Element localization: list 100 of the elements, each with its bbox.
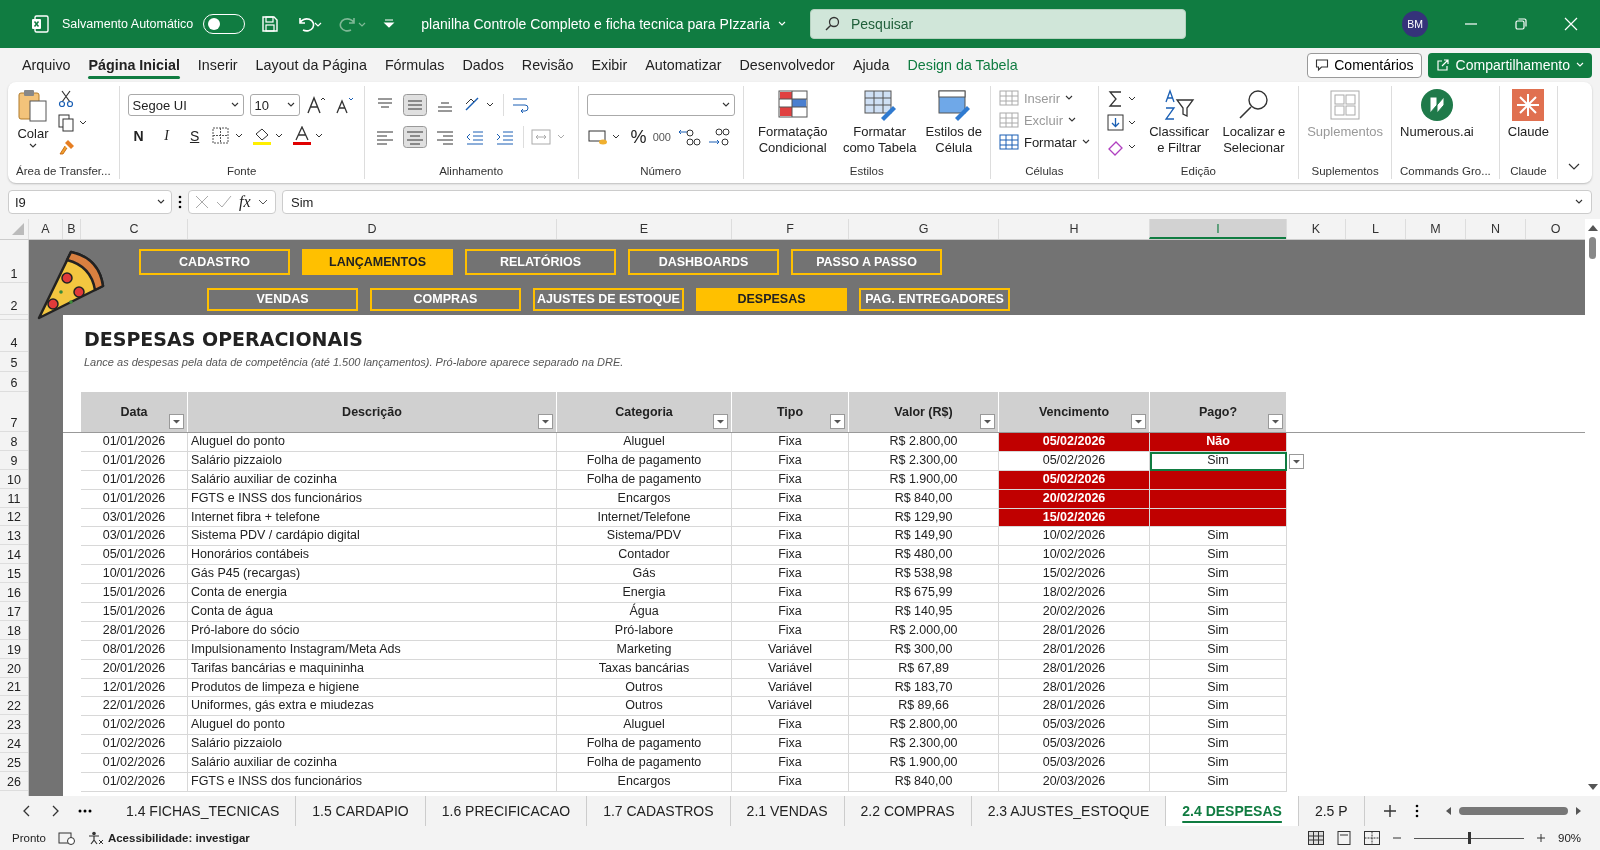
accessibility-status[interactable]: Acessibilidade: investigar [87,831,250,845]
filter-dropdown-icon[interactable] [1268,414,1283,429]
cells-button[interactable]: Formatar [998,134,1090,150]
sheet-tab[interactable]: 2.4 DESPESAS [1166,796,1299,826]
expand-icon[interactable] [257,198,268,206]
nav-button[interactable]: PAG. ENTREGADORES [859,287,1010,311]
ribbon-tab[interactable]: Inserir [188,51,247,79]
ribbon-button[interactable]: Classificar e Filtrar [1148,88,1210,156]
underline-button[interactable]: S [183,128,206,144]
row-header[interactable]: 14 [7,547,21,564]
column-header[interactable]: I [1149,219,1286,239]
row-header[interactable]: 23 [7,717,21,734]
scrollbar-thumb[interactable] [1458,807,1568,815]
row-header[interactable]: 25 [7,755,21,772]
comments-button[interactable]: Comentários [1307,52,1422,78]
row-header[interactable]: 4 [10,335,18,351]
row-header[interactable]: 1 [10,266,18,282]
insert-function-button[interactable]: fx [239,193,251,211]
ribbon-tab[interactable]: Página Inicial [79,51,189,79]
column-header[interactable]: L [1345,219,1405,239]
sheet-tab[interactable]: 1.4 FICHAS_TECNICAS [110,796,297,826]
document-title[interactable]: planilha Controle Completo e ficha tecnica para PIzzaria [421,16,770,32]
copy-icon[interactable] [58,114,88,132]
align-center-icon[interactable] [402,126,427,148]
ribbon-button[interactable]: Formatar como Tabela [841,88,918,156]
row-header[interactable]: 5 [10,355,18,371]
filter-dropdown-icon[interactable] [1131,414,1146,429]
page-layout-icon[interactable] [1336,831,1352,845]
page-break-icon[interactable] [1364,831,1380,845]
align-middle-icon[interactable] [402,94,427,116]
filter-dropdown-icon[interactable] [830,414,845,429]
zoom-slider[interactable] [1468,831,1471,844]
sheet-tab[interactable]: 2.2 COMPRAS [844,796,972,826]
user-avatar[interactable]: BM [1402,11,1428,37]
row-header[interactable]: 8 [10,433,18,450]
ribbon-tab[interactable]: Fórmulas [375,51,454,79]
row-header[interactable]: 6 [10,375,18,391]
sheet-tab[interactable]: 1.6 PRECIFICACAO [425,796,588,826]
previous-sheet-icon[interactable] [22,805,32,817]
column-header[interactable]: C [80,219,187,239]
grow-font-icon[interactable] [305,95,328,115]
sheet-tab[interactable]: 2.5 P [1298,796,1365,826]
row-header[interactable]: 24 [7,736,21,753]
more-icon[interactable] [1414,804,1419,818]
row-header[interactable]: 2 [10,298,18,314]
filter-dropdown-icon[interactable] [169,414,184,429]
row-header[interactable]: 17 [7,603,21,620]
row-header[interactable]: 9 [10,452,18,469]
sheet-tab[interactable]: 1.5 CARDAPIO [296,796,426,826]
sheet-tab[interactable]: 2.1 VENDAS [730,796,845,826]
filter-dropdown-icon[interactable] [980,414,995,429]
thousands-button[interactable]: 000 [652,131,671,143]
column-header[interactable]: E [556,219,731,239]
row-header[interactable]: 12 [7,509,21,526]
increase-decimal-icon[interactable] [677,126,701,148]
ribbon-tab[interactable]: Layout da Página [246,51,376,79]
sheet-tab[interactable]: 1.7 CADASTROS [587,796,731,826]
normal-view-icon[interactable] [1308,831,1324,845]
next-sheet-icon[interactable] [50,805,60,817]
column-header[interactable]: K [1286,219,1345,239]
nav-button[interactable]: DASHBOARDS [628,248,779,275]
nav-button[interactable]: LANÇAMENTOS [302,248,453,275]
more-sheets-icon[interactable] [78,809,92,813]
row-header[interactable]: 20 [7,660,21,677]
nav-button[interactable]: AJUSTES DE ESTOQUE [533,287,684,311]
nav-button[interactable]: COMPRAS [370,287,521,311]
ribbon-tab[interactable]: Exibir [582,51,637,79]
customize-icon[interactable] [383,18,396,30]
zoom-level[interactable]: 90% [1558,832,1586,844]
nav-button[interactable]: VENDAS [207,287,358,311]
ribbon-tab[interactable]: Automatizar [636,51,731,79]
row-header[interactable]: 26 [7,773,21,790]
filter-dropdown-icon[interactable] [713,414,728,429]
cell-dropdown-icon[interactable] [1289,453,1304,469]
scrollbar-thumb[interactable] [1589,237,1596,259]
ribbon-button[interactable]: Numerous.ai [1400,88,1474,140]
add-sheet-icon[interactable] [1382,804,1397,818]
row-header[interactable]: 11 [7,490,21,507]
row-header[interactable]: 19 [7,641,21,658]
ribbon-tab[interactable]: Arquivo [13,51,80,79]
row-header[interactable]: 18 [7,622,21,639]
ribbon-button[interactable]: Formatação Condicional [751,88,834,156]
decrease-decimal-icon[interactable] [707,126,731,148]
row-header[interactable]: 10 [7,471,21,488]
number-format-field[interactable] [586,94,735,116]
column-header[interactable]: G [848,219,998,239]
cut-icon[interactable] [58,90,74,108]
scroll-up-icon[interactable] [1586,223,1599,233]
nav-button[interactable]: CADASTRO [139,248,290,275]
ribbon-button[interactable]: Estilos de Célula [925,88,982,156]
nav-button[interactable]: DESPESAS [696,287,847,311]
ribbon-tab[interactable]: Design da Tabela [898,51,1027,79]
column-header[interactable]: F [731,219,848,239]
formula-field[interactable]: Sim [282,190,1592,214]
ribbon-button[interactable]: Claude [1507,88,1549,140]
column-header[interactable]: N [1465,219,1525,239]
format-painter-icon[interactable] [58,138,76,156]
bold-button[interactable]: N [127,128,150,144]
row-header[interactable]: 21 [7,679,21,696]
shrink-font-icon[interactable] [333,95,356,115]
